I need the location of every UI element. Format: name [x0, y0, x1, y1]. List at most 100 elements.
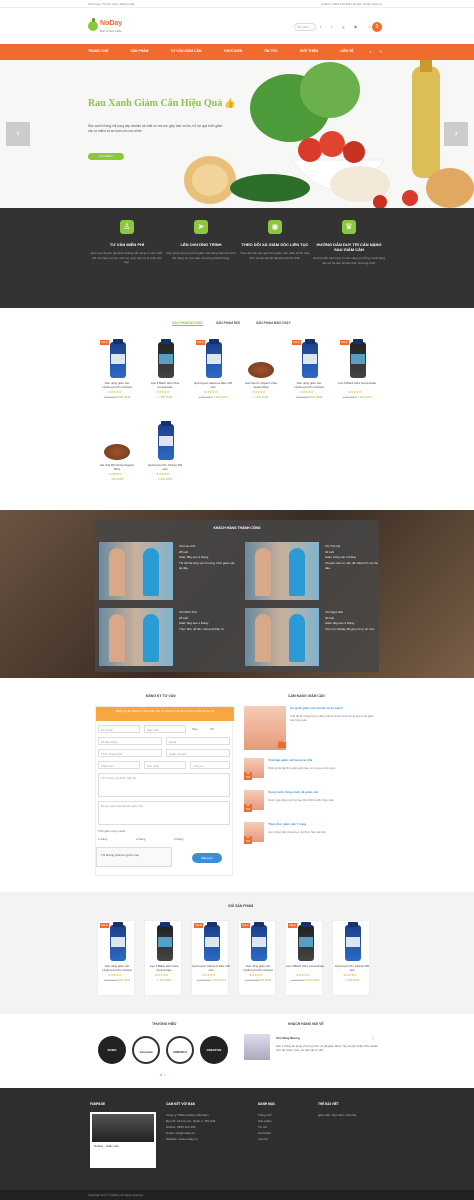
tab-featured[interactable]: SẢN PHẨM NỔI BẬT: [172, 321, 203, 326]
news-item[interactable]: 11 Th8 Ăn gì để giảm cân nhanh và an toà…: [244, 706, 374, 752]
product-image[interactable]: [102, 921, 132, 963]
product-image[interactable]: [337, 921, 367, 963]
google-icon[interactable]: g: [342, 24, 344, 29]
nav-item-products[interactable]: SẢN PHẨM: [130, 49, 148, 53]
carousel-dots[interactable]: ● ○: [160, 1072, 166, 1077]
product-image[interactable]: [102, 420, 132, 462]
youtube-icon[interactable]: ▶: [354, 24, 357, 29]
product-image[interactable]: [342, 338, 372, 380]
product-card[interactable]: SALE Viên uống giảm cân Hydroxycut Pro Cl…: [290, 338, 328, 408]
product-card[interactable]: Lipo 6 Black Hers Ultra Concentrate ★★★★★…: [146, 338, 184, 408]
product-name[interactable]: Viên uống giảm cân Hydroxycut Pro Clinic…: [290, 381, 328, 389]
product-image[interactable]: [150, 338, 180, 380]
product-card[interactable]: SALE Lipo 6 Black Ultra Concentrate ★★★★★ 1…: [285, 920, 324, 996]
product-image[interactable]: [294, 338, 324, 380]
district-select[interactable]: Quận / Huyện: [166, 749, 230, 757]
recaptcha-checkbox[interactable]: Tôi không phải là người máy: [96, 847, 172, 867]
product-name[interactable]: Hydroxycut Hardcore Elite 100 viên: [192, 964, 230, 972]
birthyear-field[interactable]: Năm sinh: [144, 725, 186, 733]
news-title-link[interactable]: 5 bài tập giảm mỡ bụng tại nhà: [268, 758, 376, 762]
product-card[interactable]: SALE Lipo 6 Black Ultra Concentrate ★★★★★ 1…: [338, 338, 376, 408]
gender-male-radio[interactable]: Nam: [192, 727, 198, 731]
plan-option-2[interactable]: 2 tháng: [136, 837, 145, 841]
news-title-link[interactable]: Thực đơn giảm cân 7 ngày: [268, 822, 376, 826]
product-card[interactable]: SALE Viên uống giảm cân Hydroxycut Pro Cl…: [98, 338, 136, 408]
product-image[interactable]: [246, 338, 276, 380]
product-name[interactable]: Lipo 6 Black Ultra Concentrate: [286, 964, 324, 969]
product-image[interactable]: [102, 338, 132, 380]
tab-bestseller[interactable]: SẢN PHẨM BÁN CHẠY: [256, 321, 291, 325]
product-name[interactable]: Viên uống giảm cân Hydroxycut Pro Clinic…: [98, 381, 136, 389]
product-name[interactable]: Hydroxycut Pro Clinical 150 viên: [333, 964, 371, 972]
hero-button[interactable]: Xem thêm: [88, 153, 124, 160]
health-textarea[interactable]: Tình trạng sức khỏe hiện tại: [98, 773, 230, 797]
weight-field[interactable]: Cân nặng: [144, 761, 186, 769]
phone-field[interactable]: Số điện thoại: [98, 737, 162, 745]
product-card[interactable]: SALE Hydroxycut Hardcore Elite 100 viên ★★…: [194, 338, 232, 408]
search-icon[interactable]: ⌕: [369, 49, 371, 54]
product-card[interactable]: SALE Hydroxycut Hardcore Elite 100 viên ★★…: [191, 920, 230, 996]
brand-logo[interactable]: SOMA: [98, 1036, 126, 1064]
product-card[interactable]: Hạt chia Mỹ Nutiva Organic 907g ★★★★★ 450.…: [98, 420, 136, 490]
product-card[interactable]: SALE Viên uống giảm cân Hydroxycut Pro Cl…: [97, 920, 135, 996]
name-field[interactable]: Họ và tên: [98, 725, 140, 733]
product-image[interactable]: [150, 420, 180, 462]
product-image[interactable]: [196, 921, 226, 963]
nav-item-menu[interactable]: THỰC ĐƠN: [224, 49, 243, 53]
product-image[interactable]: [198, 338, 228, 380]
footer-tag[interactable]: giảm cân, thực đơn, hạt chia: [318, 1112, 356, 1118]
news-title-link[interactable]: Uống nước đúng cách để giảm cân: [268, 790, 376, 794]
email-field[interactable]: Email: [166, 737, 230, 745]
plan-option-1[interactable]: 1 tháng: [98, 837, 107, 841]
waist-field[interactable]: Vòng eo: [190, 761, 230, 769]
gender-female-radio[interactable]: Nữ: [210, 727, 214, 731]
product-image[interactable]: [290, 921, 320, 963]
topbar-links[interactable]: Giỏ hàng | Thanh toán | Đăng nhập: [88, 2, 135, 6]
news-item[interactable]: 08 Th8 5 bài tập giảm mỡ bụng tại nhà Nh…: [244, 758, 374, 780]
product-name[interactable]: Hydroxycut Hardcore Elite 100 viên: [194, 381, 232, 389]
plan-option-3[interactable]: 3 tháng: [174, 837, 183, 841]
search-input[interactable]: Tìm kiếm: [294, 23, 316, 31]
nav-item-news[interactable]: TIN TỨC: [264, 49, 278, 53]
facebook-icon[interactable]: f: [320, 24, 321, 29]
tab-new[interactable]: SẢN PHẨM MỚI: [216, 321, 240, 325]
twitter-icon[interactable]: t: [331, 24, 332, 29]
news-item[interactable]: 02 Th8 Thực đơn giảm cân 7 ngày Gợi ý th…: [244, 822, 374, 844]
height-field[interactable]: Chiều cao: [98, 761, 140, 769]
product-image[interactable]: [149, 921, 179, 963]
news-title-link[interactable]: Ăn gì để giảm cân nhanh và an toàn?: [290, 706, 376, 710]
product-card[interactable]: SALE Viên uống giảm cân Hydroxycut Pro Cl…: [238, 920, 276, 996]
slider-next-button[interactable]: ›: [444, 122, 468, 146]
product-name[interactable]: Lipo 6 Black Hers Ultra Concentrate: [146, 381, 184, 389]
brand-logo[interactable]: Acountai: [132, 1036, 160, 1064]
slider-prev-button[interactable]: ‹: [6, 122, 30, 146]
nav-item-about[interactable]: GIỚI THIỆU: [300, 49, 319, 53]
chevron-right-icon[interactable]: ›: [372, 1036, 374, 1042]
brand-logo[interactable]: CREATIVE: [200, 1036, 228, 1064]
nav-item-consult[interactable]: TƯ VẤN GIẢM CÂN: [170, 49, 201, 53]
product-name[interactable]: Hạt chia Mỹ Nutiva Organic 907g: [98, 463, 136, 471]
product-name[interactable]: Viên uống giảm cân Hydroxycut Pro Clinic…: [98, 964, 136, 972]
product-card[interactable]: Hạt chia Úc Organic Chia Seeds 500g ★★★★★…: [242, 338, 280, 408]
nav-item-contact[interactable]: LIÊN HỆ: [340, 49, 353, 53]
brand-logo[interactable]: AMERICA: [166, 1036, 194, 1064]
logo[interactable]: NoDay Bạn & Sức khỏe: [88, 18, 128, 39]
product-name[interactable]: Lipo 6 Black Hers Ultra Concentrate: [145, 964, 183, 972]
fanpage-widget[interactable]: NoDay - Giảm cân: [90, 1112, 156, 1168]
goal-textarea[interactable]: Mong muốn của bạn khi giảm cân: [98, 801, 230, 825]
product-image[interactable]: [243, 921, 273, 963]
product-name[interactable]: Viên uống giảm cân Hydroxycut Pro Clinic…: [239, 964, 277, 972]
province-select[interactable]: Tỉnh / Thành phố: [98, 749, 162, 757]
news-item[interactable]: 05 Th8 Uống nước đúng cách để giảm cân N…: [244, 790, 374, 812]
product-name[interactable]: Lipo 6 Black Ultra Concentrate: [338, 381, 376, 386]
product-name[interactable]: Hydroxycut Pro Clinical 150 viên: [146, 463, 184, 471]
menu-icon[interactable]: ≡: [380, 49, 382, 54]
product-card[interactable]: Hydroxycut Pro Clinical 150 viên ★★★★★ 1.2…: [332, 920, 370, 996]
footer-link[interactable]: Liên hệ: [258, 1136, 275, 1142]
product-card[interactable]: Lipo 6 Black Hers Ultra Concentrate ★★★★★…: [144, 920, 182, 996]
nav-item-home[interactable]: TRANG CHỦ: [88, 49, 108, 53]
submit-button[interactable]: Đăng ký: [192, 853, 222, 863]
cart-button[interactable]: 0: [372, 22, 382, 32]
product-card[interactable]: Hydroxycut Pro Clinical 150 viên ★★★★★ 1.2…: [146, 420, 184, 490]
product-name[interactable]: Hạt chia Úc Organic Chia Seeds 500g: [242, 381, 280, 389]
